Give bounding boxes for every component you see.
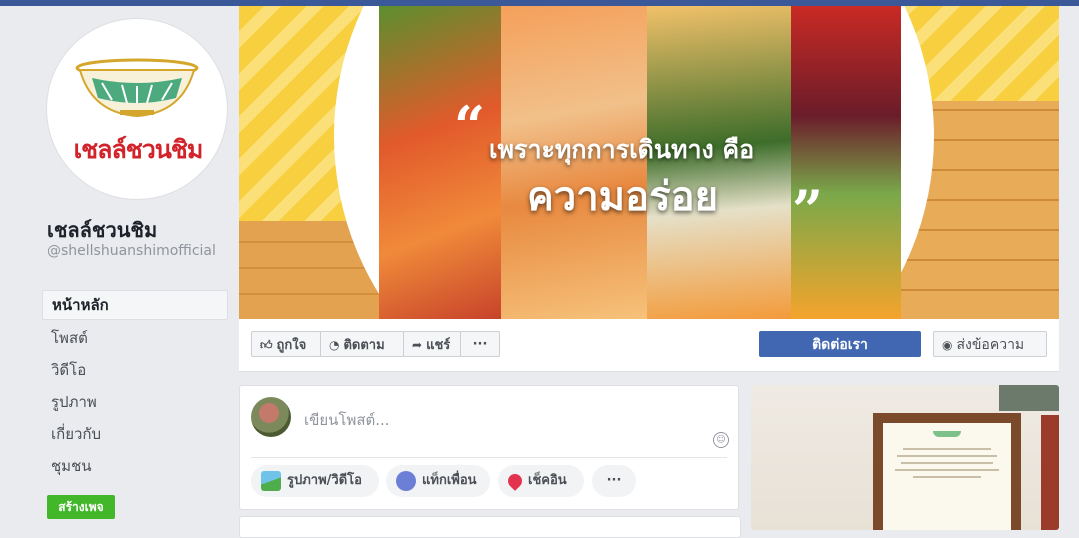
check-in-button[interactable]: เช็คอิน (498, 465, 584, 497)
user-avatar (251, 397, 291, 437)
follow-button[interactable]: ◔ ติดตาม (320, 331, 404, 357)
nav-item-community[interactable]: ชุมชน (42, 450, 228, 482)
check-in-label: เช็คอิน (528, 473, 567, 488)
nav-item-photos[interactable]: รูปภาพ (42, 386, 228, 418)
emoji-icon[interactable]: ☺ (713, 432, 729, 448)
certificate-body (893, 445, 1001, 483)
nav-item-home[interactable]: หน้าหลัก (42, 290, 228, 320)
wall-decor (1041, 415, 1059, 530)
composer-divider (251, 457, 727, 458)
more-options-button[interactable]: ··· (460, 331, 500, 357)
write-post-input[interactable]: เขียนโพสต์... (304, 408, 390, 432)
page-action-bar: 👍︎ ถูกใจ ◔ ติดตาม ➦ แชร์ ··· ติดต่อเรา ◉ ส่ง… (239, 319, 1059, 372)
nav-item-about[interactable]: เกี่ยวกับ (42, 418, 228, 450)
composer-more-button[interactable]: ··· (592, 465, 636, 497)
logo-text: เชลล์ชวนชิม (73, 135, 204, 164)
food-panel-salad (379, 6, 501, 319)
nav-item-posts[interactable]: โพสต์ (42, 322, 228, 354)
photo-video-button[interactable]: รูปภาพ/วิดีโอ (251, 465, 379, 497)
create-page-button[interactable]: สร้างเพจ (47, 495, 115, 519)
cover-tagline: ความอร่อย (527, 174, 719, 220)
quote-open-mark: “ (454, 94, 486, 158)
share-button[interactable]: ➦ แชร์ (403, 331, 461, 357)
photo-icon (261, 470, 281, 491)
share-label: แชร์ (426, 338, 451, 353)
send-message-button[interactable]: ◉ ส่งข้อความ (933, 331, 1047, 357)
tag-friends-button[interactable]: แท็กเพื่อน (386, 465, 490, 497)
quote-close-mark: ” (792, 178, 824, 242)
nav-item-videos[interactable]: วิดีโอ (42, 354, 228, 386)
page-nav: หน้าหลัก โพสต์ วิดีโอ รูปภาพ เกี่ยวกับ ช… (42, 290, 228, 482)
location-pin-icon (505, 470, 525, 491)
messenger-icon: ◉ (942, 338, 953, 352)
certificate (883, 423, 1011, 530)
tag-friends-icon (396, 470, 416, 491)
page-handle[interactable]: @shellshuanshimofficial (47, 243, 227, 259)
bowl-logo-icon (75, 58, 199, 118)
follow-label: ติดตาม (343, 338, 385, 353)
post-composer: เขียนโพสต์... ☺ รูปภาพ/วิดีโอ แท็กเพื่อน… (239, 385, 739, 510)
like-button[interactable]: 👍︎ ถูกใจ (251, 331, 321, 357)
shelf-decor (999, 385, 1059, 411)
certificate-frame (873, 413, 1021, 530)
tag-friends-label: แท็กเพื่อน (422, 473, 477, 488)
send-message-label: ส่งข้อความ (956, 337, 1025, 353)
share-arrow-icon: ➦ (412, 338, 423, 352)
rss-icon: ◔ (329, 338, 340, 352)
next-card (239, 516, 741, 538)
food-panel-meat (791, 6, 901, 319)
contact-us-button[interactable]: ติดต่อเรา (759, 331, 921, 357)
photo-video-label: รูปภาพ/วิดีโอ (287, 473, 362, 488)
page-title[interactable]: เชลล์ชวนชิม (47, 214, 157, 246)
like-label: ถูกใจ (276, 338, 307, 353)
thumbs-up-icon: 👍︎ (260, 338, 273, 352)
cover-photo[interactable]: “ เพราะทุกการเดินทาง คือ ความอร่อย ” (239, 6, 1059, 319)
featured-photo[interactable] (751, 385, 1059, 530)
certificate-logo-icon (933, 431, 961, 437)
